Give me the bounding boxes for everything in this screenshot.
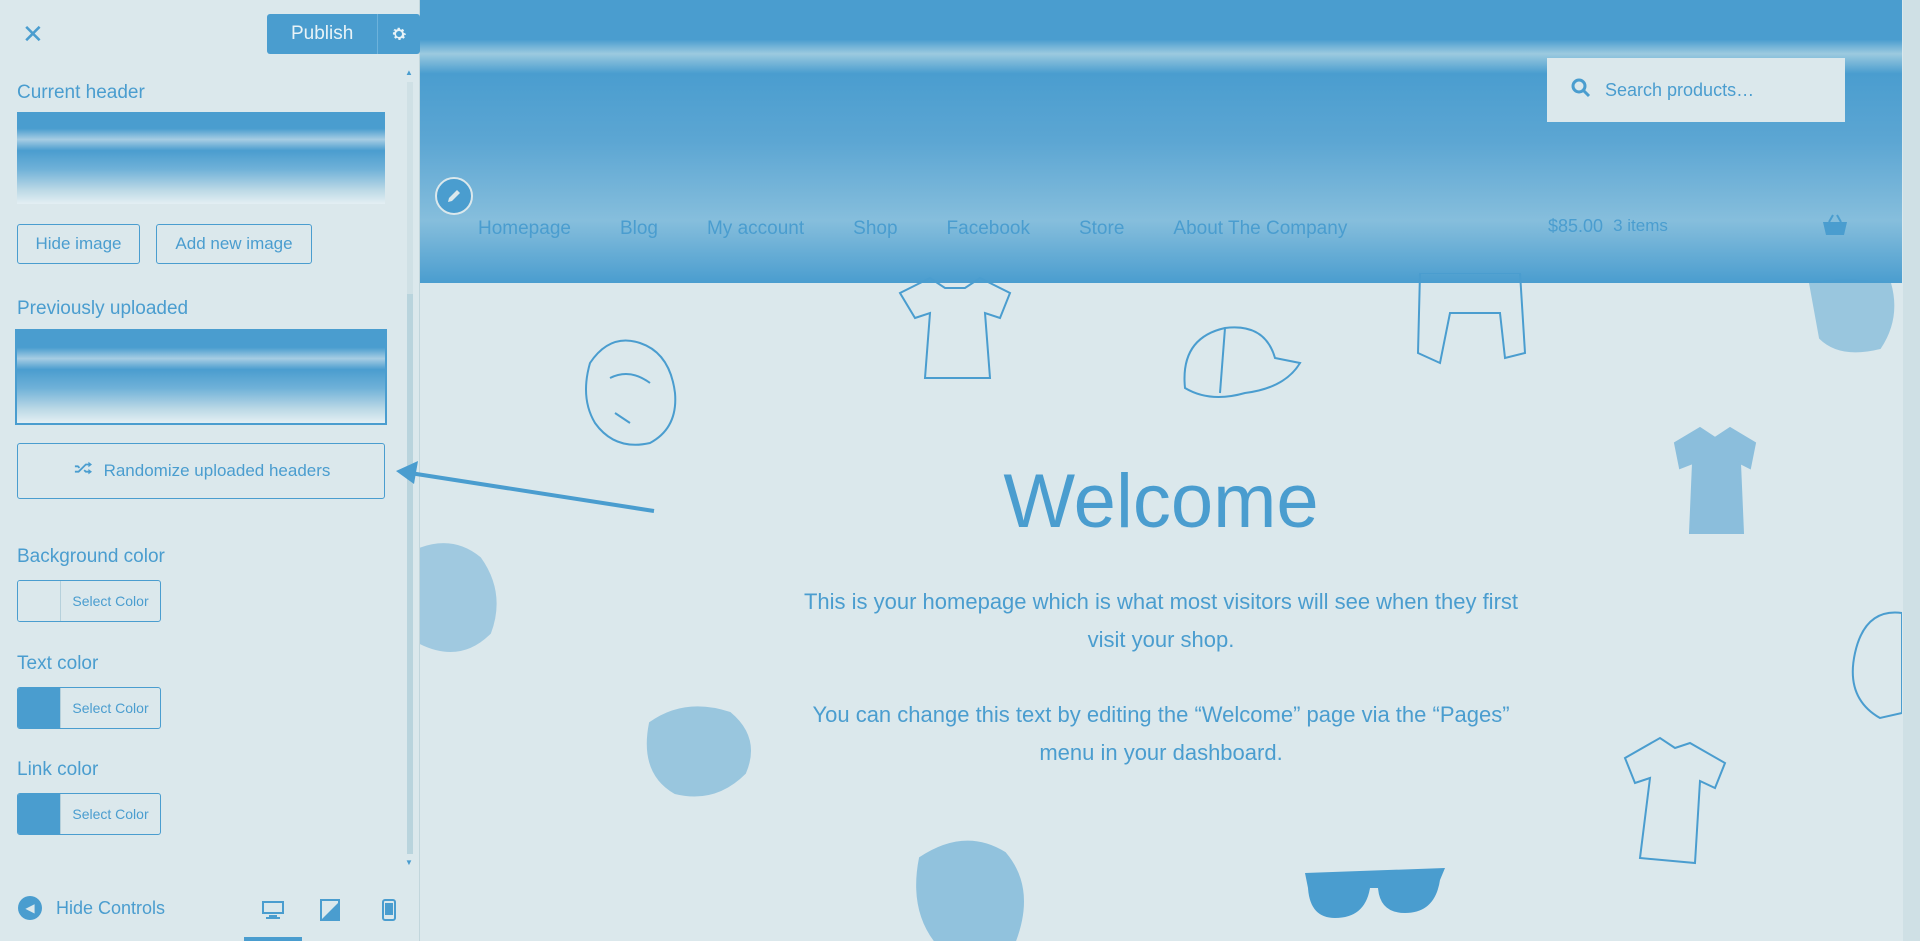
select-color-label: Select Color (60, 794, 160, 834)
nav-item-blog[interactable]: Blog (620, 218, 658, 240)
hoodie-illustration (585, 339, 677, 446)
publish-button[interactable]: Publish (267, 14, 378, 54)
current-header-image (17, 112, 385, 204)
sunglasses-illustration (1305, 868, 1445, 918)
randomize-headers-button[interactable]: Randomize uploaded headers (17, 443, 385, 499)
hoodie-illustration (1851, 611, 1902, 720)
link-color-title: Link color (17, 759, 99, 780)
previously-uploaded-title: Previously uploaded (17, 298, 189, 319)
cart-total: $85.00 (1548, 216, 1604, 236)
select-color-label: Select Color (60, 581, 160, 621)
randomize-label: Randomize uploaded headers (103, 461, 331, 480)
background-color-button[interactable]: Select Color (17, 580, 161, 622)
tshirt-illustration (898, 276, 1012, 379)
nav-item-my-account[interactable]: My account (707, 218, 804, 240)
sidebar-header: ✕ Publish (0, 0, 421, 68)
shuffle-icon (72, 460, 94, 483)
cart-count: 3 items (1613, 216, 1668, 235)
active-device-indicator (244, 937, 302, 941)
collapse-arrow-icon: ◀ (18, 896, 42, 920)
desktop-icon[interactable] (257, 894, 289, 926)
basket-icon[interactable] (1822, 214, 1848, 241)
jacket-illustration (916, 840, 1024, 941)
mobile-icon[interactable] (373, 894, 405, 926)
hide-image-button[interactable]: Hide image (17, 224, 140, 264)
color-swatch (18, 688, 60, 728)
nav-item-homepage[interactable]: Homepage (478, 218, 571, 240)
edit-hint-paragraph: You can change this text by editing the … (812, 702, 1510, 765)
search-input[interactable] (1603, 78, 1827, 102)
edit-shortcut-icon[interactable] (435, 177, 473, 215)
cap-illustration (1183, 326, 1302, 398)
welcome-heading: Welcome (1003, 459, 1319, 544)
sidebar-scrollbar[interactable]: ▲ ▼ (405, 68, 415, 868)
scroll-down-icon[interactable]: ▼ (405, 858, 413, 867)
site-preview: Homepage Blog My account Shop Facebook S… (420, 0, 1920, 941)
tshirt-illustration (1623, 736, 1727, 865)
sidebar-footer: ◀ Hide Controls (0, 880, 420, 941)
color-swatch (18, 581, 60, 621)
sidebar-panel: Current header Hide image Add new image … (0, 68, 402, 880)
product-search[interactable] (1547, 58, 1845, 122)
scrollbar-thumb[interactable] (407, 294, 413, 854)
jacket-illustration (420, 543, 497, 652)
hide-controls-label: Hide Controls (56, 897, 166, 918)
nav-item-about[interactable]: About The Company (1173, 218, 1347, 240)
nav-item-store[interactable]: Store (1079, 218, 1124, 240)
current-header-title: Current header (17, 82, 145, 103)
select-color-label: Select Color (60, 688, 160, 728)
scroll-up-icon[interactable]: ▲ (405, 68, 413, 77)
publish-group: Publish (267, 14, 421, 54)
nav-item-facebook[interactable]: Facebook (947, 218, 1030, 240)
background-color-title: Background color (17, 546, 165, 567)
header-image: Homepage Blog My account Shop Facebook S… (420, 0, 1902, 283)
shirt-illustration (1808, 279, 1895, 353)
preview-scrollbar[interactable] (1903, 0, 1920, 941)
customizer-sidebar: ✕ Publish Current header Hide image Add … (0, 0, 421, 941)
search-icon (1571, 78, 1591, 103)
add-new-image-button[interactable]: Add new image (156, 224, 312, 264)
gear-icon[interactable] (377, 14, 421, 54)
uploaded-header-thumbnail[interactable] (15, 329, 387, 425)
color-swatch (18, 794, 60, 834)
nav-item-shop[interactable]: Shop (853, 218, 897, 240)
page-content: Welcome This is your homepage which is w… (420, 273, 1902, 941)
cart-summary[interactable]: $85.00 3 items (1548, 216, 1668, 237)
hoodie-illustration (646, 706, 751, 797)
close-icon[interactable]: ✕ (22, 18, 54, 50)
hide-controls-button[interactable]: ◀ Hide Controls (18, 896, 165, 920)
text-color-button[interactable]: Select Color (17, 687, 161, 729)
intro-paragraph: This is your homepage which is what most… (803, 589, 1519, 652)
tablet-icon[interactable] (314, 894, 346, 926)
primary-navigation: Homepage Blog My account Shop Facebook S… (478, 218, 1396, 240)
link-color-button[interactable]: Select Color (17, 793, 161, 835)
sweater-illustration (1416, 273, 1527, 365)
text-color-title: Text color (17, 653, 99, 674)
